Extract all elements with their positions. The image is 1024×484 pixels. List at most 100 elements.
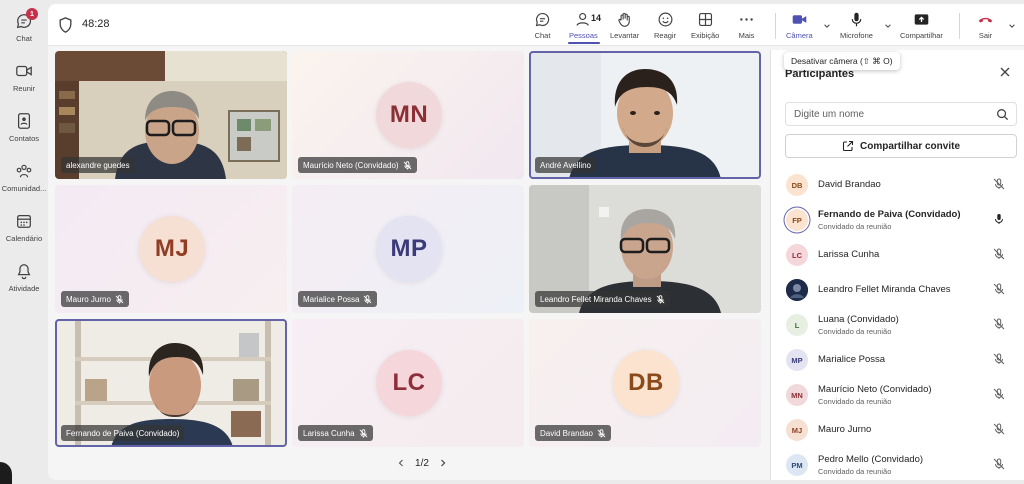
chat-icon (535, 12, 550, 27)
leave-options-chevron-icon[interactable] (1008, 22, 1016, 30)
view-label: Exibição (691, 31, 720, 40)
participant-name: Mauro Jurno (66, 294, 111, 304)
microphone-icon (851, 12, 862, 27)
video-tile[interactable]: DB David Brandao (529, 319, 761, 447)
people-icon (576, 12, 589, 26)
participant-avatar: MP (786, 349, 808, 371)
mic-off-icon (364, 294, 372, 304)
rail-label: Atividade (8, 284, 40, 293)
people-count: 14 (591, 13, 602, 23)
video-tile[interactable]: Fernando de Paiva (Convidado) (55, 319, 287, 447)
rail-item-calendario[interactable]: Calendário (0, 210, 48, 254)
video-tile[interactable]: MP Marialice Possa (292, 185, 524, 313)
react-button[interactable]: Reagir (654, 11, 676, 45)
app-rail: 1 Chat Reunir Contatos Comunidad... Cale… (0, 0, 48, 484)
video-tile[interactable]: MN Maurício Neto (Convidado) (292, 51, 524, 179)
participant-avatar: MN (786, 384, 808, 406)
participant-avatar: MN (376, 82, 442, 148)
participant-avatar: MJ (139, 216, 205, 282)
participant-name: Larissa Cunha (303, 428, 355, 438)
participant-name: Fernando de Paiva (Convidado) (818, 209, 961, 220)
video-tile[interactable]: MJ Mauro Jurno (55, 185, 287, 313)
participant-name: Luana (Convidado) (818, 314, 899, 325)
microphone-icon[interactable] (993, 213, 1005, 225)
chat-button[interactable]: Chat (534, 11, 551, 45)
participant-nametag: alexandre guedes (61, 157, 135, 173)
leave-label: Sair (978, 31, 993, 40)
view-button[interactable]: Exibição (691, 11, 719, 45)
mic-off-icon (656, 294, 665, 304)
participant-row[interactable]: MJ Mauro Jurno (771, 412, 1023, 447)
participant-nametag: Leandro Fellet Miranda Chaves (535, 291, 670, 307)
video-tile[interactable]: Leandro Fellet Miranda Chaves (529, 185, 761, 313)
leave-button[interactable]: Sair (977, 11, 994, 45)
participant-row[interactable]: MP Marialice Possa (771, 342, 1023, 377)
react-label: Reagir (654, 31, 677, 40)
rail-item-comunidades[interactable]: Comunidad... (0, 160, 48, 204)
mic-off-icon[interactable] (993, 388, 1005, 400)
search-icon[interactable] (996, 108, 1009, 121)
chevron-right-icon[interactable] (439, 459, 447, 467)
raise-hand-button[interactable]: Levantar (610, 11, 639, 45)
video-tile[interactable]: alexandre guedes (55, 51, 287, 179)
chevron-left-icon[interactable] (397, 459, 405, 467)
more-icon (740, 18, 753, 21)
participant-name: Pedro Mello (Convidado) (818, 454, 924, 465)
participant-row[interactable]: LC Larissa Cunha (771, 237, 1023, 272)
participant-avatar: DB (613, 350, 679, 416)
participant-avatar: LC (376, 350, 442, 416)
participant-nametag: Maurício Neto (Convidado) (298, 157, 417, 173)
raise-hand-label: Levantar (610, 31, 640, 40)
toolbar-divider (959, 13, 960, 39)
mic-off-icon (115, 294, 124, 304)
participant-name: Maurício Neto (Convidado) (818, 384, 932, 395)
share-invite-button[interactable]: Compartilhar convite (785, 134, 1017, 158)
share-icon (842, 140, 854, 152)
community-icon (16, 164, 32, 178)
participant-role: Convidado da reunião (818, 222, 892, 231)
mic-off-icon[interactable] (993, 248, 1005, 260)
camera-button[interactable]: Câmera (786, 11, 813, 45)
camera-tooltip: Desativar câmera (⇧ ⌘ O) (784, 52, 900, 70)
video-tile[interactable]: André Avellino (529, 51, 761, 179)
more-button[interactable]: Mais (738, 11, 755, 45)
rail-item-chat[interactable]: 1 Chat (0, 8, 48, 54)
participant-row[interactable]: DB David Brandao (771, 167, 1023, 202)
mic-off-icon[interactable] (993, 423, 1005, 435)
grid-pager: 1/2 (382, 456, 462, 470)
participant-name: Leandro Fellet Miranda Chaves (540, 294, 652, 304)
participant-avatar: MJ (786, 419, 808, 441)
toolbar-divider (775, 13, 776, 39)
rail-item-reunir[interactable]: Reunir (0, 60, 48, 104)
participant-row[interactable]: PM Pedro Mello (Convidado) Convidado da … (771, 447, 1023, 480)
mic-off-icon[interactable] (993, 178, 1005, 190)
participant-row[interactable]: FP Fernando de Paiva (Convidado) Convida… (771, 202, 1023, 237)
participant-avatar-photo (786, 279, 808, 301)
participant-avatar: MP (376, 216, 442, 282)
video-tile[interactable]: LC Larissa Cunha (292, 319, 524, 447)
mic-off-icon[interactable] (993, 353, 1005, 365)
participant-name: David Brandao (818, 179, 881, 190)
mic-off-icon[interactable] (993, 283, 1005, 295)
participant-avatar: PM (786, 454, 808, 476)
microphone-options-chevron-icon[interactable] (884, 22, 892, 30)
rail-label: Contatos (8, 134, 40, 143)
participant-row[interactable]: MN Maurício Neto (Convidado) Convidado d… (771, 377, 1023, 412)
rail-item-atividade[interactable]: Atividade (0, 260, 48, 304)
participant-role: Convidado da reunião (818, 397, 892, 406)
microphone-button[interactable]: Microfone (840, 11, 873, 45)
share-screen-label: Compartilhar (900, 31, 943, 40)
mic-off-icon[interactable] (993, 458, 1005, 470)
rail-label: Reunir (12, 84, 36, 93)
search-input[interactable] (794, 107, 984, 122)
close-icon[interactable] (999, 66, 1011, 78)
participant-row[interactable]: L Luana (Convidado) Convidado da reunião (771, 307, 1023, 342)
people-button[interactable]: 14 Pessoas (569, 11, 602, 45)
people-label: Pessoas (569, 31, 598, 40)
chat-badge: 1 (26, 8, 38, 20)
participant-row[interactable]: Leandro Fellet Miranda Chaves (771, 272, 1023, 307)
rail-item-contatos[interactable]: Contatos (0, 110, 48, 154)
share-screen-button[interactable]: Compartilhar (900, 11, 943, 45)
mic-off-icon[interactable] (993, 318, 1005, 330)
camera-options-chevron-icon[interactable] (823, 22, 831, 30)
